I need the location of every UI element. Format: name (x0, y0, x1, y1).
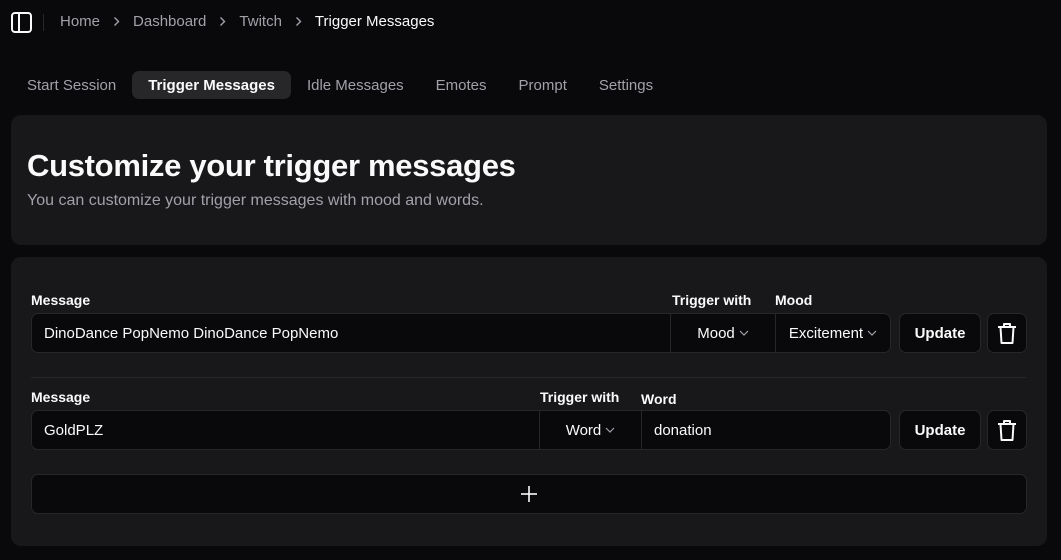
tab-settings[interactable]: Settings (583, 71, 669, 99)
sidebar-toggle-button[interactable] (11, 12, 32, 33)
chevron-right-icon (113, 16, 120, 27)
row-divider (31, 377, 1026, 378)
trash-icon (998, 420, 1016, 441)
tab-idle-messages[interactable]: Idle Messages (291, 71, 420, 99)
trigger-with-select[interactable]: Word (539, 410, 642, 450)
chevron-down-icon (867, 330, 877, 336)
tab-emotes[interactable]: Emotes (420, 71, 503, 99)
chevron-down-icon (739, 330, 749, 336)
message-label: Message (31, 292, 91, 308)
update-button[interactable]: Update (899, 410, 981, 450)
messages-card: Message DinoDance PopNemo DinoDance PopN… (11, 257, 1047, 546)
trigger-with-label: Trigger with (540, 389, 620, 405)
tab-trigger-messages[interactable]: Trigger Messages (132, 71, 291, 99)
header-divider (43, 14, 44, 31)
breadcrumb-home[interactable]: Home (60, 13, 100, 30)
breadcrumb-current: Trigger Messages (314, 13, 435, 30)
trigger-with-label: Trigger with (672, 292, 752, 308)
trash-icon (998, 323, 1016, 344)
top-bar: Home Dashboard Twitch Trigger Messages (0, 0, 1061, 46)
trigger-with-value: Mood (697, 324, 735, 342)
message-input[interactable]: GoldPLZ (31, 410, 540, 450)
page-subtitle: You can customize your trigger messages … (27, 192, 484, 209)
intro-card: Customize your trigger messages You can … (11, 115, 1047, 245)
trigger-with-select[interactable]: Mood (670, 313, 776, 353)
tab-prompt[interactable]: Prompt (503, 71, 583, 99)
tab-list: Start Session Trigger Messages Idle Mess… (11, 71, 669, 99)
breadcrumb-dashboard[interactable]: Dashboard (133, 13, 206, 30)
add-message-button[interactable] (31, 474, 1027, 514)
word-input[interactable]: donation (641, 410, 891, 450)
message-input[interactable]: DinoDance PopNemo DinoDance PopNemo (31, 313, 671, 353)
chevron-down-icon (605, 427, 615, 433)
breadcrumb-twitch[interactable]: Twitch (239, 13, 282, 30)
panel-left-icon (11, 12, 32, 33)
trigger-with-value: Word (565, 421, 602, 439)
mood-select[interactable]: Excitement (775, 313, 891, 353)
breadcrumb: Home Dashboard Twitch Trigger Messages (60, 13, 434, 30)
word-label: Word (641, 391, 677, 407)
delete-button[interactable] (987, 313, 1027, 353)
mood-label: Mood (775, 292, 813, 308)
plus-icon (521, 486, 537, 502)
delete-button[interactable] (987, 410, 1027, 450)
page-title: Customize your trigger messages (27, 148, 516, 183)
mood-value: Excitement (788, 324, 864, 342)
message-label: Message (31, 389, 91, 405)
tab-start-session[interactable]: Start Session (11, 71, 132, 99)
chevron-right-icon (219, 16, 226, 27)
chevron-right-icon (295, 16, 302, 27)
update-button[interactable]: Update (899, 313, 981, 353)
